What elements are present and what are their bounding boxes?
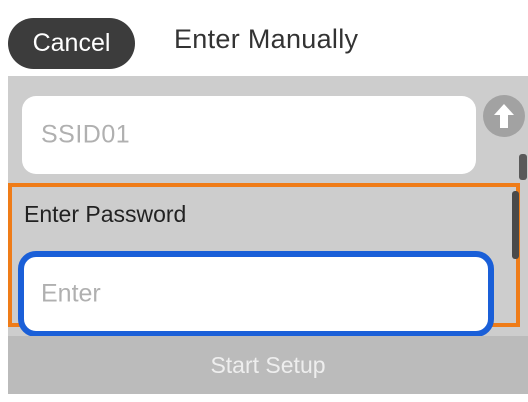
start-setup-button[interactable]: Start Setup (8, 336, 528, 394)
password-placeholder: Enter (41, 279, 101, 308)
scrollbar-thumb[interactable] (512, 191, 519, 259)
up-arrow-icon (494, 104, 514, 128)
ssid-value: SSID01 (41, 120, 131, 149)
scrollbar-track[interactable] (519, 154, 527, 180)
header-bar: Cancel Enter Manually (0, 0, 528, 76)
scroll-up-button[interactable] (483, 95, 525, 137)
password-field[interactable]: Enter (18, 251, 494, 337)
page-title: Enter Manually (174, 24, 359, 54)
cancel-button[interactable]: Cancel (8, 18, 135, 69)
password-label: Enter Password (24, 201, 187, 227)
ssid-field[interactable]: SSID01 (22, 96, 476, 174)
